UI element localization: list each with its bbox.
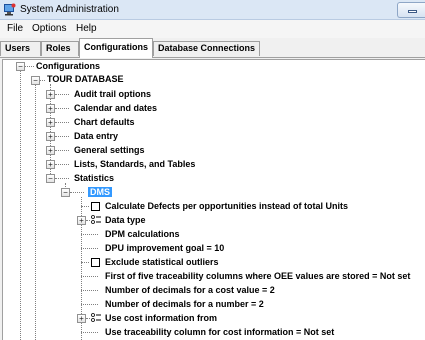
minimize-icon — [408, 10, 417, 13]
tree-item-decimals-number[interactable]: Number of decimals for a number = 2 — [105, 298, 264, 311]
tab-strip: Users Roles Configurations Database Conn… — [0, 38, 425, 58]
tree-node-chart-defaults[interactable]: Chart defaults — [74, 116, 135, 129]
menu-bar: File Options Help — [0, 20, 425, 38]
list-icon — [91, 215, 101, 224]
node-label: DMS — [88, 187, 112, 197]
item-label: DPU improvement goal = 10 — [105, 243, 225, 253]
checkbox-calculate-defects[interactable] — [91, 202, 100, 211]
tree-node-lists-standards[interactable]: Lists, Standards, and Tables — [74, 158, 195, 171]
item-label: Number of decimals for a cost value = 2 — [105, 285, 275, 295]
tree-node-data-entry[interactable]: Data entry — [74, 130, 118, 143]
tab-users[interactable]: Users — [0, 41, 41, 56]
collapse-icon[interactable]: − — [61, 188, 70, 197]
tree-item-data-type[interactable]: Data type — [105, 214, 146, 227]
configurations-panel: − − + + + + + + − − + + Configurations T… — [0, 58, 425, 340]
tree-item-cost-info-from[interactable]: Use cost information from — [105, 312, 217, 325]
item-label: Calculate Defects per opportunities inst… — [105, 201, 349, 211]
expand-icon[interactable]: + — [77, 216, 86, 225]
minimize-button[interactable] — [397, 2, 425, 18]
menu-file[interactable]: File — [7, 23, 23, 34]
tree-item-oee-traceability[interactable]: First of five traceability columns where… — [105, 270, 410, 283]
collapse-icon[interactable]: − — [16, 62, 25, 71]
tree-node-dms[interactable]: DMS — [88, 186, 112, 199]
item-label: Use cost information from — [105, 313, 218, 323]
expand-icon[interactable]: + — [46, 146, 55, 155]
node-label: Lists, Standards, and Tables — [74, 159, 196, 169]
app-window: System Administration File Options Help … — [0, 0, 425, 340]
computer-icon — [4, 3, 16, 16]
tree-item-decimals-cost[interactable]: Number of decimals for a cost value = 2 — [105, 284, 275, 297]
collapse-icon[interactable]: − — [46, 174, 55, 183]
item-label: DPM calculations — [105, 229, 180, 239]
item-label: Use traceability column for cost informa… — [105, 327, 335, 337]
expand-icon[interactable]: + — [46, 160, 55, 169]
node-label: Calendar and dates — [74, 103, 158, 113]
node-label: Data entry — [74, 131, 119, 141]
title-bar: System Administration — [0, 0, 425, 20]
expand-icon[interactable]: + — [46, 118, 55, 127]
tab-roles[interactable]: Roles — [41, 41, 79, 56]
checkbox-exclude-outliers[interactable] — [91, 258, 100, 267]
expand-icon[interactable]: + — [77, 314, 86, 323]
tree-node-general-settings[interactable]: General settings — [74, 144, 145, 157]
menu-help[interactable]: Help — [76, 23, 97, 34]
node-label: Audit trail options — [74, 89, 151, 99]
tree-node-audit-trail[interactable]: Audit trail options — [74, 88, 151, 101]
node-label: General settings — [74, 145, 145, 155]
list-icon — [91, 313, 101, 322]
configuration-tree[interactable]: − − + + + + + + − − + + Configurations T… — [2, 59, 425, 340]
tree-node-calendar[interactable]: Calendar and dates — [74, 102, 157, 115]
tree-item-dpm-calculations[interactable]: DPM calculations — [105, 228, 180, 241]
node-label: TOUR DATABASE — [47, 74, 124, 84]
node-label: Chart defaults — [74, 117, 135, 127]
expand-icon[interactable]: + — [46, 104, 55, 113]
menu-options[interactable]: Options — [32, 23, 66, 34]
tab-database-connections[interactable]: Database Connections — [153, 41, 260, 56]
tree-item-traceability-cost[interactable]: Use traceability column for cost informa… — [105, 326, 334, 339]
expand-icon[interactable]: + — [46, 132, 55, 141]
node-label: Statistics — [74, 173, 115, 183]
window-title: System Administration — [20, 4, 119, 15]
tree-node-statistics[interactable]: Statistics — [74, 172, 114, 185]
tree-node-database[interactable]: TOUR DATABASE — [47, 73, 124, 86]
node-label: Configurations — [36, 61, 100, 71]
expand-icon[interactable]: + — [46, 90, 55, 99]
tree-node-configurations[interactable]: Configurations — [36, 60, 100, 73]
item-label: Data type — [105, 215, 146, 225]
collapse-icon[interactable]: − — [31, 76, 40, 85]
item-label: Number of decimals for a number = 2 — [105, 299, 264, 309]
tree-item-exclude-outliers[interactable]: Exclude statistical outliers — [105, 256, 219, 269]
item-label: First of five traceability columns where… — [105, 271, 411, 281]
tree-item-calculate-defects[interactable]: Calculate Defects per opportunities inst… — [105, 200, 348, 213]
tab-configurations[interactable]: Configurations — [79, 38, 153, 58]
tree-item-dpu-goal[interactable]: DPU improvement goal = 10 — [105, 242, 224, 255]
item-label: Exclude statistical outliers — [105, 257, 219, 267]
